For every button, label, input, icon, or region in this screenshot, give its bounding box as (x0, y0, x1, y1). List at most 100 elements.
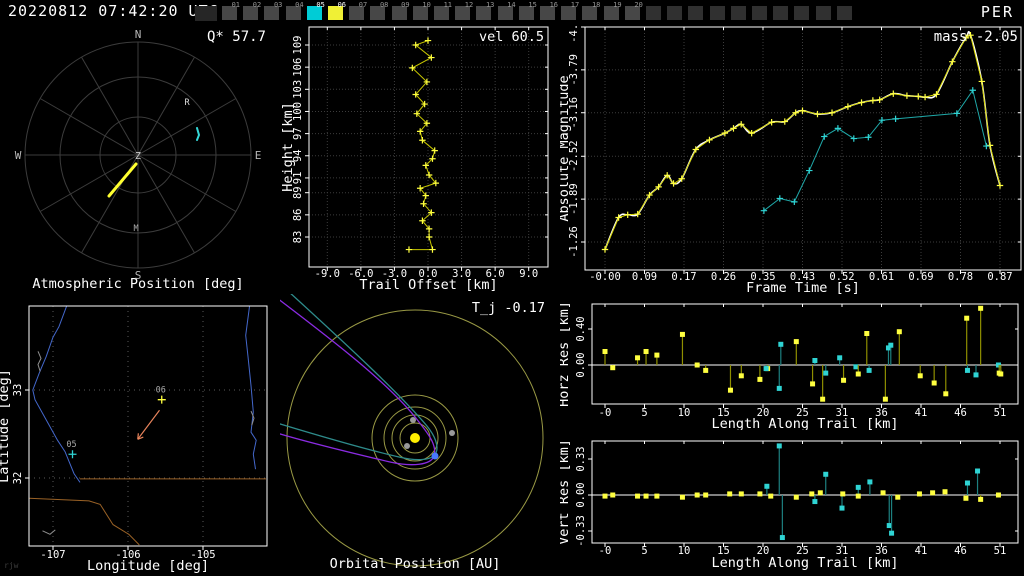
station-indicator-11[interactable]: 11 (434, 1, 452, 20)
svg-text:T_j -0.17: T_j -0.17 (472, 300, 545, 316)
svg-text:Absolute Magnitude: Absolute Magnitude (560, 75, 572, 221)
svg-text:05: 05 (66, 440, 76, 450)
station-indicator-01[interactable]: 01 (222, 1, 240, 20)
station-indicator-blank[interactable] (815, 3, 831, 20)
svg-text:0.33: 0.33 (575, 446, 587, 471)
station-indicator-12[interactable]: 12 (455, 1, 474, 20)
station-square (794, 6, 810, 20)
svg-text:Length Along Trail [km]: Length Along Trail [km] (712, 555, 899, 571)
svg-text:46: 46 (954, 407, 967, 419)
station-indicator-blank[interactable] (646, 3, 661, 20)
station-indicator-blank[interactable] (730, 3, 746, 20)
svg-text:10: 10 (678, 407, 691, 419)
svg-text:0.69: 0.69 (908, 271, 933, 283)
station-square (709, 6, 725, 20)
station-indicator-18[interactable]: 18 (582, 1, 600, 20)
station-indicator-07[interactable]: 07 (349, 1, 368, 20)
svg-text:51: 51 (994, 407, 1007, 419)
svg-text:0.09: 0.09 (632, 271, 657, 283)
station-square (815, 6, 831, 20)
svg-text:86: 86 (292, 209, 304, 222)
station-number-label: 02 (252, 1, 262, 9)
station-indicator-05[interactable]: 05 (306, 1, 325, 20)
station-indicator-08[interactable]: 08 (370, 1, 389, 20)
svg-text:9.0: 9.0 (519, 268, 538, 280)
station-indicator-blank[interactable] (836, 3, 852, 20)
trail-offset-chart: -9.0 -6.0 -3.0 0.0 3.0 6.0 9.08386899194971001… (280, 26, 549, 293)
station-number-label: 20 (634, 1, 643, 9)
station-indicator-blank[interactable] (773, 3, 789, 20)
shower-code-badge: PER (980, 3, 1014, 21)
svg-text:-9.0: -9.0 (315, 268, 340, 280)
station-indicator-blank[interactable] (195, 3, 217, 21)
svg-text:-0.33: -0.33 (575, 515, 587, 547)
svg-text:0.78: 0.78 (948, 271, 973, 283)
station-indicator-blank[interactable] (667, 3, 683, 20)
svg-text:0.00: 0.00 (575, 352, 587, 377)
svg-text:M: M (133, 224, 138, 234)
svg-text:Length Along Trail [km]: Length Along Trail [km] (712, 416, 899, 430)
station-indicator-blank[interactable] (752, 3, 767, 20)
station-number-label: 11 (443, 1, 452, 9)
svg-text:-4.42: -4.42 (568, 24, 580, 43)
svg-text:46: 46 (954, 545, 967, 557)
svg-text:Latitude [deg]: Latitude [deg] (0, 369, 12, 483)
status-bar: 20220812 07:42:20 UTC 01 02 03 04 05 06 07 08 09… (0, 0, 1024, 23)
station-indicator-blank[interactable] (688, 3, 704, 20)
svg-text:-0.00: -0.00 (589, 271, 621, 283)
station-indicator-03[interactable]: 03 (264, 1, 282, 20)
svg-text:41: 41 (915, 545, 928, 557)
svg-text:109: 109 (292, 36, 304, 55)
svg-text:0.61: 0.61 (869, 271, 894, 283)
timestamp: 20220812 07:42:20 UTC (8, 2, 219, 20)
station-indicator-17[interactable]: 17 (561, 1, 580, 20)
ground-track-map: 0605-107 -106 -1053233Longitude [deg]Latit… (0, 305, 268, 574)
svg-text:Atmospheric Position [deg]: Atmospheric Position [deg] (32, 276, 243, 292)
station-indicator-strip: 01 02 03 04 05 06 07 08 09 10 11 12 13 14 15 16 17 18 19 20 (195, 0, 875, 23)
station-number-label: 17 (570, 1, 580, 9)
svg-text:51: 51 (994, 545, 1007, 557)
station-square (773, 6, 789, 20)
svg-text:Horz Res [km]: Horz Res [km] (560, 301, 572, 407)
station-indicator-14[interactable]: 14 (497, 1, 516, 20)
svg-text:0.17: 0.17 (671, 271, 696, 283)
station-indicator-06[interactable]: 06 (328, 1, 346, 20)
station-number-label: 05 (316, 1, 325, 9)
vertical-residuals-chart: -0 5 10 15 20 25 31 36 41 46 51-0.330.000.33Length… (560, 439, 1019, 571)
station-number-label: 07 (358, 1, 368, 9)
station-indicator-20[interactable]: 20 (624, 1, 643, 20)
orbital-position-panel: T_j -0.17 Orbital Position [AU] (280, 294, 545, 572)
svg-text:0.40: 0.40 (575, 316, 587, 341)
station-square (730, 6, 746, 20)
atmospheric-position-panel: NSEW ZRMQ* 57.7Atmospheric Position [deg] (15, 28, 266, 292)
svg-text:106: 106 (292, 58, 304, 77)
station-indicator-blank[interactable] (794, 3, 810, 20)
station-indicator-04[interactable]: 04 (285, 1, 304, 20)
svg-text:103: 103 (292, 80, 304, 99)
station-indicator-16[interactable]: 16 (540, 1, 558, 20)
svg-text:0.00: 0.00 (575, 482, 587, 507)
svg-text:W: W (15, 149, 22, 162)
station-indicator-09[interactable]: 09 (391, 1, 410, 20)
station-indicator-15[interactable]: 15 (518, 1, 537, 20)
station-indicator-02[interactable]: 02 (243, 1, 262, 20)
svg-text:0.87: 0.87 (987, 271, 1012, 283)
station-indicator-13[interactable]: 13 (476, 1, 494, 20)
station-number-label: 14 (507, 1, 516, 9)
svg-text:41: 41 (915, 407, 928, 419)
station-indicator-10[interactable]: 10 (412, 1, 431, 20)
station-indicator-19[interactable]: 19 (603, 1, 622, 20)
svg-text:-1.26: -1.26 (568, 226, 580, 258)
station-number-label: 09 (401, 1, 410, 9)
svg-text:Orbital Position [AU]: Orbital Position [AU] (330, 556, 501, 572)
svg-text:10: 10 (678, 545, 691, 557)
svg-text:vel 60.5: vel 60.5 (479, 29, 544, 45)
svg-text:06: 06 (156, 386, 166, 396)
svg-text:N: N (135, 28, 142, 41)
lightcurve-chart: -0.00 0.09 0.17 0.26 0.35 0.43 0.52 0.61 0.69 0.7… (560, 24, 1022, 294)
station-number-label: 16 (549, 1, 558, 9)
station-indicator-blank[interactable] (709, 3, 725, 20)
station-number-label: 01 (231, 1, 240, 9)
station-number-label: 12 (464, 1, 474, 9)
station-number-label: 08 (379, 1, 389, 9)
